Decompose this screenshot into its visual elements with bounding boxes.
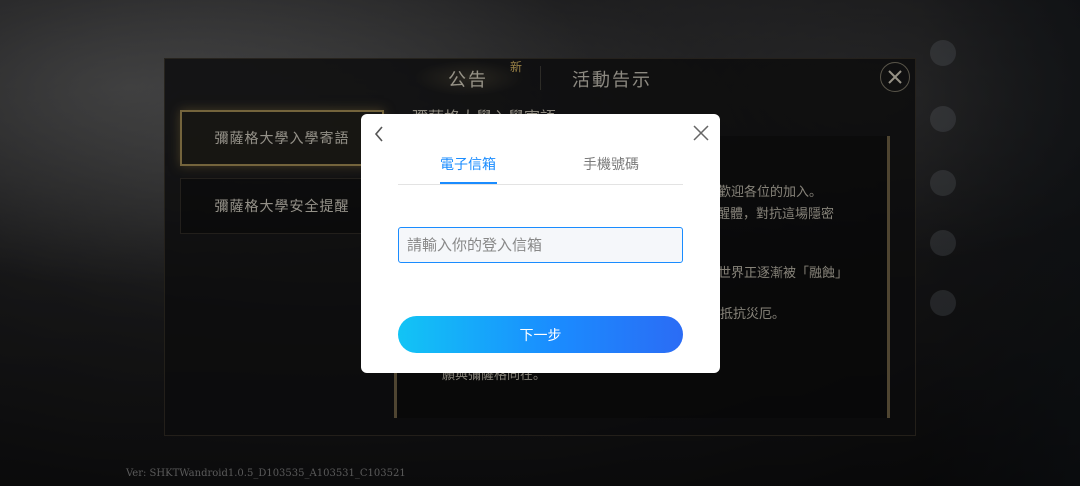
tab-divider-line <box>398 184 683 185</box>
login-modal: 電子信箱 手機號碼 下一步 <box>361 114 720 373</box>
tab-active-underline <box>440 182 497 184</box>
email-input[interactable] <box>398 227 683 263</box>
chevron-left-icon <box>374 126 383 142</box>
next-button[interactable]: 下一步 <box>398 316 683 353</box>
modal-close-button[interactable] <box>690 122 712 144</box>
tab-phone[interactable]: 手機號碼 <box>583 154 639 174</box>
close-icon <box>693 125 709 141</box>
back-button[interactable] <box>369 122 389 146</box>
tab-email[interactable]: 電子信箱 <box>440 154 496 174</box>
